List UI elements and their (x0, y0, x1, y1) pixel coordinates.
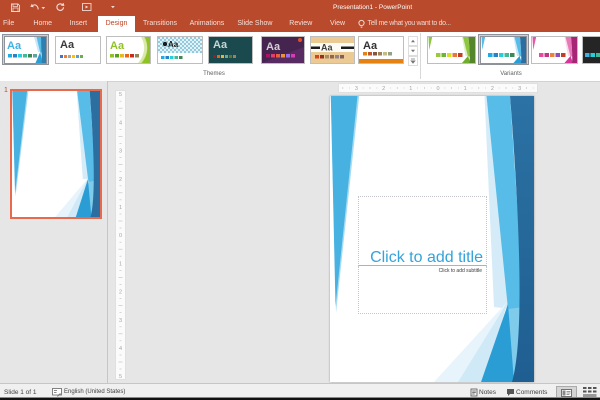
svg-text:1: 1 (119, 205, 122, 211)
svg-text:2: 2 (382, 86, 385, 92)
svg-text:3: 3 (355, 86, 358, 92)
svg-text:4: 4 (119, 346, 122, 352)
svg-text:Aa: Aa (168, 40, 179, 49)
svg-text:2: 2 (119, 177, 122, 183)
svg-text:5: 5 (119, 374, 122, 380)
svg-text:Aa: Aa (363, 40, 378, 52)
svg-text:0: 0 (436, 86, 439, 92)
svg-text:1: 1 (409, 86, 412, 92)
svg-text:3: 3 (119, 318, 122, 324)
svg-text:0: 0 (119, 233, 122, 239)
svg-text:2: 2 (491, 86, 494, 92)
svg-text:3: 3 (119, 149, 122, 155)
svg-text:1: 1 (119, 261, 122, 267)
svg-text:1: 1 (464, 86, 467, 92)
svg-text:Aa: Aa (321, 43, 333, 53)
svg-text:Aa: Aa (110, 40, 125, 52)
svg-text:Aa: Aa (266, 41, 281, 53)
svg-text:Aa: Aa (7, 40, 22, 52)
svg-text:5: 5 (119, 92, 122, 98)
svg-text:4: 4 (119, 120, 122, 126)
svg-text:3: 3 (518, 86, 521, 92)
svg-text:2: 2 (119, 290, 122, 296)
